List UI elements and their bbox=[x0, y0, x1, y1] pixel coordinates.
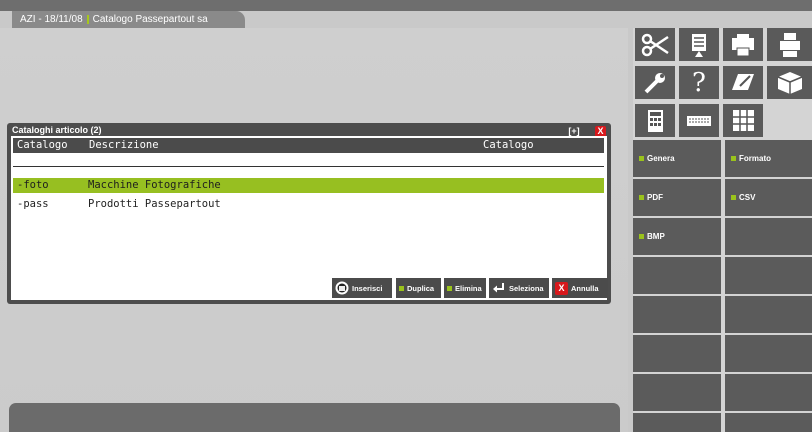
insert-button[interactable]: Inserisci bbox=[332, 278, 392, 298]
empty-function-button[interactable] bbox=[633, 296, 723, 333]
table-row[interactable]: -foto Macchine Fotografiche bbox=[13, 178, 604, 193]
column-catalogo-2[interactable]: Catalogo bbox=[483, 138, 534, 153]
top-strip bbox=[0, 0, 812, 11]
header-divider bbox=[13, 166, 604, 167]
dialog-title: Cataloghi articolo (2) bbox=[12, 125, 102, 135]
cancel-label: Annulla bbox=[571, 283, 599, 293]
printer-icon[interactable] bbox=[767, 28, 812, 61]
cancel-button[interactable]: X Annulla bbox=[552, 278, 608, 298]
wrench-icon[interactable] bbox=[635, 66, 675, 99]
empty-function-button[interactable] bbox=[725, 413, 812, 432]
empty-function-button[interactable] bbox=[633, 413, 723, 432]
company-title: Catalogo Passepartout sa bbox=[92, 14, 208, 25]
formato-marker-icon bbox=[731, 156, 736, 161]
empty-function-button[interactable] bbox=[725, 335, 812, 372]
empty-function-button[interactable] bbox=[725, 257, 812, 294]
calculator-icon[interactable] bbox=[635, 104, 675, 137]
empty-function-button[interactable] bbox=[633, 257, 723, 294]
column-catalogo[interactable]: Catalogo bbox=[17, 138, 68, 153]
enter-icon bbox=[493, 283, 504, 293]
edit-document-icon[interactable] bbox=[723, 66, 763, 99]
cancel-icon: X bbox=[555, 281, 568, 295]
pdf-button[interactable]: PDF bbox=[633, 179, 723, 216]
csv-button[interactable]: CSV bbox=[725, 179, 812, 216]
insert-icon bbox=[335, 281, 349, 295]
catalog-dialog: Cataloghi articolo (2) [+] X Catalogo De… bbox=[7, 123, 611, 304]
dialog-body: Catalogo Descrizione Catalogo -foto Macc… bbox=[11, 136, 607, 300]
select-button[interactable]: Seleziona bbox=[489, 278, 549, 298]
column-header: Catalogo Descrizione Catalogo bbox=[13, 138, 604, 153]
pdf-label: PDF bbox=[647, 193, 663, 202]
empty-function-button[interactable] bbox=[633, 374, 723, 411]
row-code: -pass bbox=[17, 198, 49, 210]
pdf-marker-icon bbox=[639, 195, 644, 200]
company-date: AZI - 18/11/08 bbox=[20, 14, 83, 25]
row-description: Macchine Fotografiche bbox=[88, 179, 221, 191]
empty-function-button[interactable] bbox=[725, 218, 812, 255]
scissors-icon[interactable] bbox=[635, 28, 675, 61]
bmp-label: BMP bbox=[647, 232, 665, 241]
genera-marker-icon bbox=[639, 156, 644, 161]
printer-stack-icon[interactable] bbox=[723, 28, 763, 61]
empty-function-button[interactable] bbox=[633, 335, 723, 372]
duplicate-marker-icon bbox=[399, 285, 404, 291]
company-tab[interactable]: AZI - 18/11/08 Catalogo Passepartout sa bbox=[12, 11, 245, 28]
table-row[interactable]: -pass Prodotti Passepartout bbox=[13, 197, 604, 212]
empty-function-button[interactable] bbox=[725, 374, 812, 411]
delete-marker-icon bbox=[447, 285, 452, 291]
genera-button[interactable]: Genera bbox=[633, 140, 723, 177]
keyboard-icon[interactable] bbox=[679, 104, 719, 137]
csv-label: CSV bbox=[739, 193, 756, 202]
duplicate-label: Duplica bbox=[407, 283, 435, 293]
right-panel: ? Genera Formato PDF CSV BMP bbox=[633, 28, 812, 432]
row-description: Prodotti Passepartout bbox=[88, 198, 221, 210]
bmp-button[interactable]: BMP bbox=[633, 218, 723, 255]
bmp-marker-icon bbox=[639, 234, 644, 239]
tab-separator bbox=[86, 14, 89, 24]
delete-button[interactable]: Elimina bbox=[444, 278, 486, 298]
select-label: Seleziona bbox=[509, 283, 544, 293]
row-code: -foto bbox=[17, 179, 49, 191]
column-descrizione[interactable]: Descrizione bbox=[89, 138, 159, 153]
empty-function-button[interactable] bbox=[725, 296, 812, 333]
delete-label: Elimina bbox=[455, 283, 482, 293]
package-icon[interactable] bbox=[767, 66, 812, 99]
insert-label: Inserisci bbox=[352, 283, 383, 293]
csv-marker-icon bbox=[731, 195, 736, 200]
formato-label: Formato bbox=[739, 154, 771, 163]
document-icon[interactable] bbox=[679, 28, 719, 61]
formato-button[interactable]: Formato bbox=[725, 140, 812, 177]
genera-label: Genera bbox=[647, 154, 675, 163]
grid-icon[interactable] bbox=[723, 104, 763, 137]
help-icon[interactable]: ? bbox=[679, 66, 719, 99]
footer-bar bbox=[9, 403, 620, 432]
duplicate-button[interactable]: Duplica bbox=[396, 278, 441, 298]
